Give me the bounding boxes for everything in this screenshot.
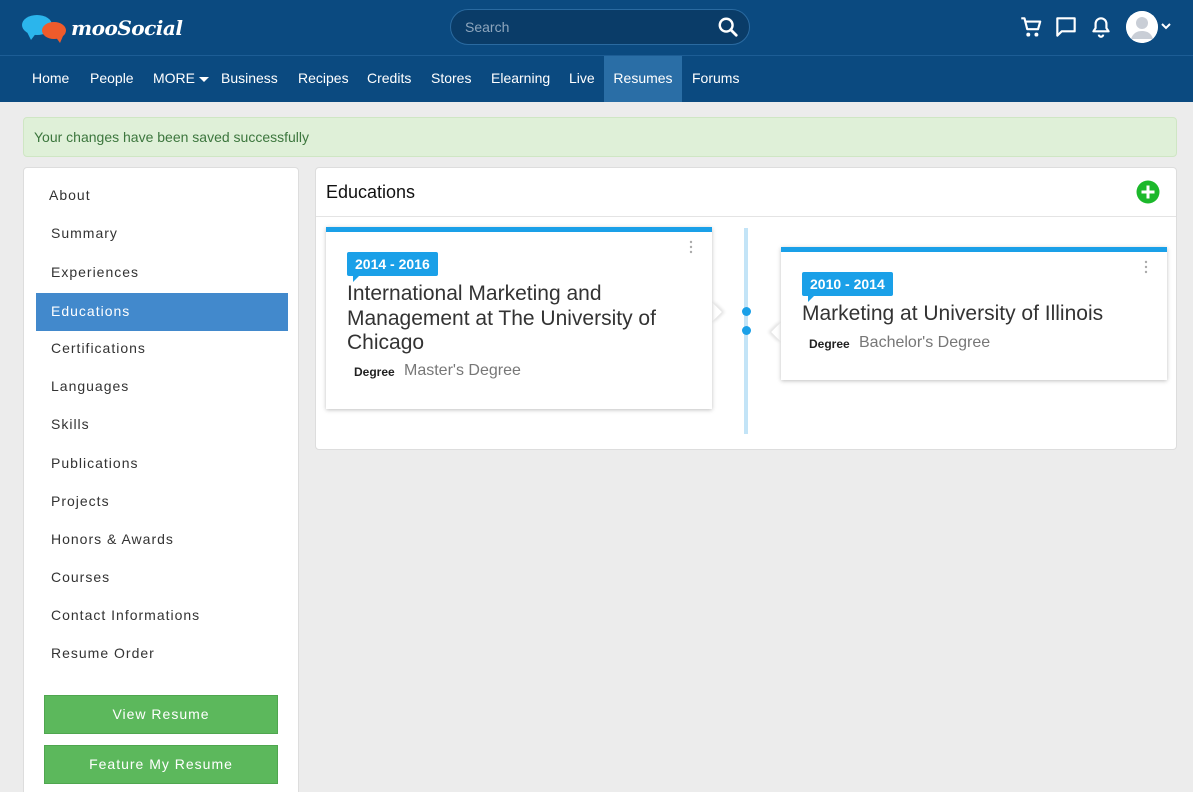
chat-icon[interactable] — [1053, 14, 1079, 40]
nav-stores[interactable]: Stores — [421, 56, 481, 102]
avatar-icon[interactable] — [1126, 11, 1158, 43]
logo-text: mooSocial — [71, 16, 183, 40]
cart-icon[interactable] — [1018, 14, 1044, 40]
page-title: Educations — [326, 182, 416, 202]
nav-business[interactable]: Business — [211, 56, 288, 102]
logo[interactable]: mooSocial — [22, 13, 183, 43]
nav-credits[interactable]: Credits — [357, 56, 421, 102]
sidebar-item-honors-awards[interactable]: Honors & Awards — [36, 521, 288, 559]
chevron-down-icon[interactable] — [1160, 20, 1172, 32]
date-badge: 2014 - 2016 — [347, 252, 438, 282]
education-card: 2010 - 2014 Marketing at University of I… — [781, 247, 1167, 380]
degree-label: Degree — [809, 337, 850, 351]
plus-circle-icon[interactable] — [1136, 180, 1160, 204]
top-bar: mooSocial — [0, 0, 1193, 56]
date-badge: 2010 - 2014 — [802, 272, 893, 302]
timeline-dot — [741, 307, 751, 316]
feature-my-resume-button[interactable]: Feature My Resume — [44, 745, 278, 784]
sidebar-item-educations[interactable]: Educations — [36, 293, 288, 331]
education-title: International Marketing and Management a… — [347, 282, 656, 354]
view-resume-button[interactable]: View Resume — [44, 695, 278, 734]
degree-value: Bachelor's Degree — [859, 334, 991, 351]
sidebar-item-publications[interactable]: Publications — [36, 445, 288, 483]
nav-people[interactable]: People — [80, 56, 144, 102]
more-vertical-icon[interactable] — [688, 240, 694, 254]
education-card: 2014 - 2016 International Marketing and … — [326, 227, 712, 409]
search-icon[interactable] — [717, 16, 739, 38]
more-vertical-icon[interactable] — [1143, 260, 1149, 274]
resume-sidebar: About Summary Experiences Educations Cer… — [23, 167, 299, 792]
sidebar-item-languages[interactable]: Languages — [36, 368, 288, 406]
nav-more[interactable]: MORE — [143, 56, 219, 102]
nav-home[interactable]: Home — [22, 56, 79, 102]
sidebar-item-summary[interactable]: Summary — [36, 215, 288, 253]
search-input[interactable] — [465, 10, 705, 44]
nav-more-label: MORE — [153, 70, 195, 86]
sidebar-item-courses[interactable]: Courses — [36, 559, 288, 597]
panel-header: Educations — [316, 168, 1176, 217]
nav-forums[interactable]: Forums — [682, 56, 749, 102]
nav-recipes[interactable]: Recipes — [288, 56, 359, 102]
sidebar-item-skills[interactable]: Skills — [36, 406, 288, 444]
nav-resumes[interactable]: Resumes — [604, 56, 682, 102]
sidebar-item-about[interactable]: About — [36, 177, 288, 215]
sidebar-item-experiences[interactable]: Experiences — [36, 254, 288, 292]
sidebar-item-projects[interactable]: Projects — [36, 483, 288, 521]
degree-value: Master's Degree — [404, 362, 521, 379]
search-box — [450, 9, 750, 45]
caret-down-icon — [199, 76, 209, 82]
timeline-dot — [741, 326, 751, 335]
logo-icon — [22, 13, 68, 43]
sidebar-item-certifications[interactable]: Certifications — [36, 330, 288, 368]
degree-label: Degree — [354, 365, 395, 379]
bell-icon[interactable] — [1088, 14, 1114, 40]
nav-elearning[interactable]: Elearning — [481, 56, 560, 102]
success-alert: Your changes have been saved successfull… — [23, 117, 1177, 157]
main-nav: Home People MORE Business Recipes Credit… — [0, 56, 1193, 102]
nav-live[interactable]: Live — [559, 56, 605, 102]
educations-panel: Educations 2014 - 2016 International Mar… — [315, 167, 1177, 450]
sidebar-item-resume-order[interactable]: Resume Order — [36, 635, 288, 673]
sidebar-item-contact-informations[interactable]: Contact Informations — [36, 597, 288, 635]
education-title: Marketing at University of Illinois — [802, 302, 1104, 325]
